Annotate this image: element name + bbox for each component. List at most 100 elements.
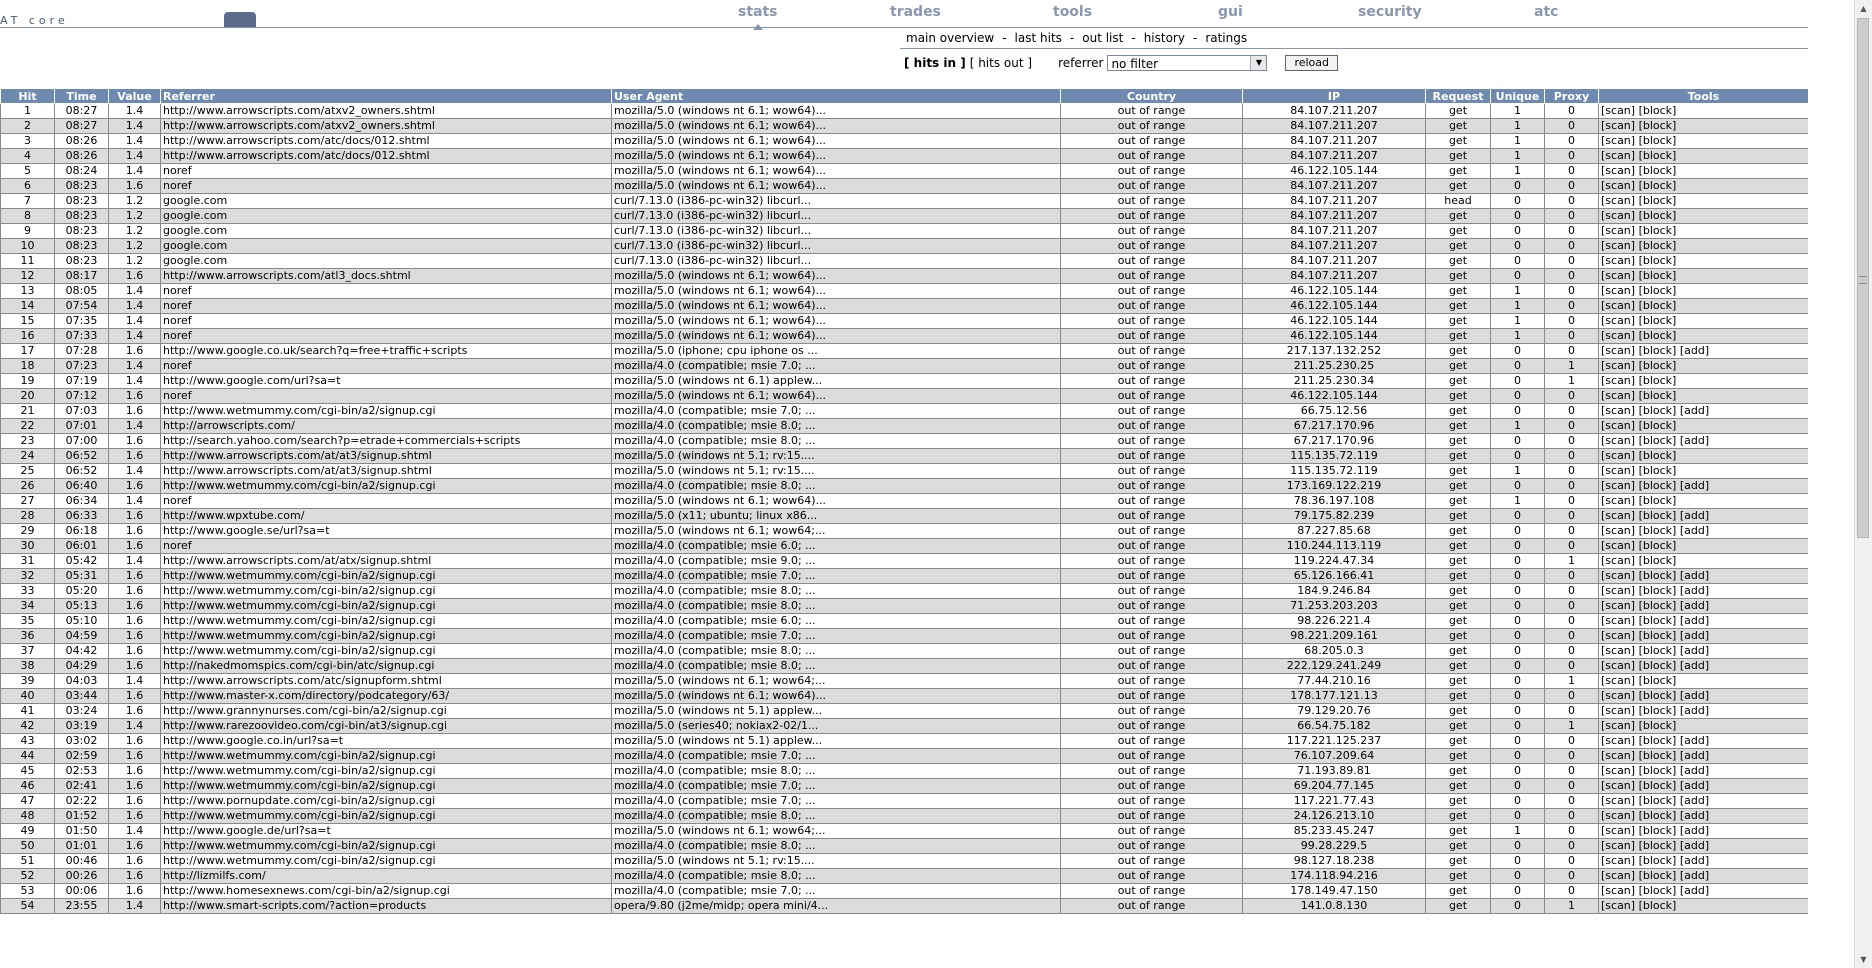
cell-ip[interactable]: 66.75.12.56 [1242,403,1426,419]
cell-referrer[interactable]: http://www.wetmummy.com/cgi-bin/a2/signu… [160,643,612,659]
cell-referrer[interactable]: google.com [160,238,612,254]
cell-ip[interactable]: 84.107.211.207 [1242,133,1426,149]
cell-referrer[interactable]: http://www.google.se/url?sa=t [160,523,612,539]
cell-ip[interactable]: 84.107.211.207 [1242,118,1426,134]
cell-ip[interactable]: 117.221.77.43 [1242,793,1426,809]
cell-referrer[interactable]: http://www.google.co.uk/search?q=free+tr… [160,343,612,359]
cell-tools[interactable]: [scan] [block] [add] [1598,688,1808,704]
cell-tools[interactable]: [scan] [block] [1598,718,1808,734]
cell-ip[interactable]: 68.205.0.3 [1242,643,1426,659]
column-header-proxy[interactable]: Proxy [1544,88,1599,104]
cell-tools[interactable]: [scan] [block] [1598,493,1808,509]
cell-referrer[interactable]: http://www.arrowscripts.com/atc/docs/012… [160,148,612,164]
cell-referrer[interactable]: http://www.google.co.in/url?sa=t [160,733,612,749]
cell-ip[interactable]: 99.28.229.5 [1242,838,1426,854]
cell-ip[interactable]: 24.126.213.10 [1242,808,1426,824]
cell-ip[interactable]: 84.107.211.207 [1242,178,1426,194]
cell-referrer[interactable]: http://www.google.de/url?sa=t [160,823,612,839]
reload-button[interactable]: reload [1285,55,1338,71]
cell-referrer[interactable]: google.com [160,223,612,239]
cell-referrer[interactable]: http://www.wetmummy.com/cgi-bin/a2/signu… [160,808,612,824]
subnav-main-overview[interactable]: main overview [906,31,994,45]
cell-tools[interactable]: [scan] [block] [1598,673,1808,689]
cell-tools[interactable]: [scan] [block] [add] [1598,478,1808,494]
cell-ip[interactable]: 119.224.47.34 [1242,553,1426,569]
cell-referrer[interactable]: http://www.wetmummy.com/cgi-bin/a2/signu… [160,628,612,644]
cell-ip[interactable]: 84.107.211.207 [1242,193,1426,209]
cell-referrer[interactable]: http://www.wetmummy.com/cgi-bin/a2/signu… [160,598,612,614]
cell-ip[interactable]: 67.217.170.96 [1242,418,1426,434]
cell-tools[interactable]: [scan] [block] [add] [1598,613,1808,629]
column-header-value[interactable]: Value [108,88,161,104]
scroll-down-icon[interactable]: ▼ [1855,951,1872,968]
cell-referrer[interactable]: http://www.wetmummy.com/cgi-bin/a2/signu… [160,478,612,494]
cell-referrer[interactable]: http://www.rarezoovideo.com/cgi-bin/at3/… [160,718,612,734]
nav-stats[interactable]: stats [738,4,778,30]
cell-ip[interactable]: 84.107.211.207 [1242,148,1426,164]
cell-tools[interactable]: [scan] [block] [add] [1598,643,1808,659]
nav-tools[interactable]: tools [1053,4,1092,20]
cell-referrer[interactable]: http://www.arrowscripts.com/at/at3/signu… [160,463,612,479]
nav-trades[interactable]: trades [890,4,941,20]
cell-tools[interactable]: [scan] [block] [add] [1598,703,1808,719]
cell-tools[interactable]: [scan] [block] [add] [1598,868,1808,884]
cell-tools[interactable]: [scan] [block] [add] [1598,598,1808,614]
cell-referrer[interactable]: http://www.wetmummy.com/cgi-bin/a2/signu… [160,613,612,629]
cell-tools[interactable]: [scan] [block] [add] [1598,838,1808,854]
cell-tools[interactable]: [scan] [block] [add] [1598,628,1808,644]
cell-ip[interactable]: 71.193.89.81 [1242,763,1426,779]
cell-tools[interactable]: [scan] [block] [1598,193,1808,209]
cell-tools[interactable]: [scan] [block] [add] [1598,658,1808,674]
subnav-out-list[interactable]: out list [1082,31,1123,45]
cell-referrer[interactable]: http://www.wetmummy.com/cgi-bin/a2/signu… [160,748,612,764]
cell-referrer[interactable]: http://www.arrowscripts.com/at/at3/signu… [160,448,612,464]
cell-ip[interactable]: 71.253.203.203 [1242,598,1426,614]
hits-in-link[interactable]: [ hits in ] [904,56,966,70]
cell-referrer[interactable]: http://www.pornupdate.com/cgi-bin/a2/sig… [160,793,612,809]
cell-ip[interactable]: 84.107.211.207 [1242,208,1426,224]
cell-tools[interactable]: [scan] [block] [1598,388,1808,404]
cell-tools[interactable]: [scan] [block] [add] [1598,748,1808,764]
cell-ip[interactable]: 173.169.122.219 [1242,478,1426,494]
cell-referrer[interactable]: http://www.wetmummy.com/cgi-bin/a2/signu… [160,403,612,419]
nav-gui[interactable]: gui [1218,4,1243,20]
cell-ip[interactable]: 178.177.121.13 [1242,688,1426,704]
cell-ip[interactable]: 110.244.113.119 [1242,538,1426,554]
column-header-time[interactable]: Time [54,88,109,104]
cell-referrer[interactable]: http://www.arrowscripts.com/at/atx/signu… [160,553,612,569]
cell-tools[interactable]: [scan] [block] [add] [1598,508,1808,524]
cell-tools[interactable]: [scan] [block] [1598,163,1808,179]
cell-referrer[interactable]: http://www.homesexnews.com/cgi-bin/a2/si… [160,883,612,899]
cell-tools[interactable]: [scan] [block] [1598,298,1808,314]
cell-ip[interactable]: 217.137.132.252 [1242,343,1426,359]
cell-ip[interactable]: 78.36.197.108 [1242,493,1426,509]
cell-ip[interactable]: 67.217.170.96 [1242,433,1426,449]
hits-out-link[interactable]: [ hits out ] [970,56,1032,70]
cell-tools[interactable]: [scan] [block] [1598,208,1808,224]
column-header-ip[interactable]: IP [1242,88,1426,104]
column-header-user-agent[interactable]: User Agent [611,88,1061,104]
cell-referrer[interactable]: http://www.google.com/url?sa=t [160,373,612,389]
cell-ip[interactable]: 76.107.209.64 [1242,748,1426,764]
column-header-tools[interactable]: Tools [1598,88,1808,104]
cell-ip[interactable]: 84.107.211.207 [1242,253,1426,269]
cell-ip[interactable]: 46.122.105.144 [1242,328,1426,344]
cell-ip[interactable]: 98.221.209.161 [1242,628,1426,644]
cell-referrer[interactable]: http://www.arrowscripts.com/atl3_docs.sh… [160,268,612,284]
cell-referrer[interactable]: google.com [160,208,612,224]
cell-tools[interactable]: [scan] [block] [1598,178,1808,194]
dropdown-arrow-icon[interactable]: ▼ [1250,56,1267,70]
cell-tools[interactable]: [scan] [block] [1598,283,1808,299]
cell-tools[interactable]: [scan] [block] [add] [1598,763,1808,779]
cell-referrer[interactable]: http://nakedmomspics.com/cgi-bin/atc/sig… [160,658,612,674]
nav-atc[interactable]: atc [1534,4,1558,20]
cell-ip[interactable]: 46.122.105.144 [1242,298,1426,314]
cell-tools[interactable]: [scan] [block] [1598,463,1808,479]
cell-ip[interactable]: 184.9.246.84 [1242,583,1426,599]
cell-tools[interactable]: [scan] [block] [1598,223,1808,239]
cell-tools[interactable]: [scan] [block] [1598,133,1808,149]
cell-tools[interactable]: [scan] [block] [1598,328,1808,344]
cell-referrer[interactable]: http://www.arrowscripts.com/atc/signupfo… [160,673,612,689]
cell-ip[interactable]: 46.122.105.144 [1242,388,1426,404]
cell-ip[interactable]: 98.226.221.4 [1242,613,1426,629]
